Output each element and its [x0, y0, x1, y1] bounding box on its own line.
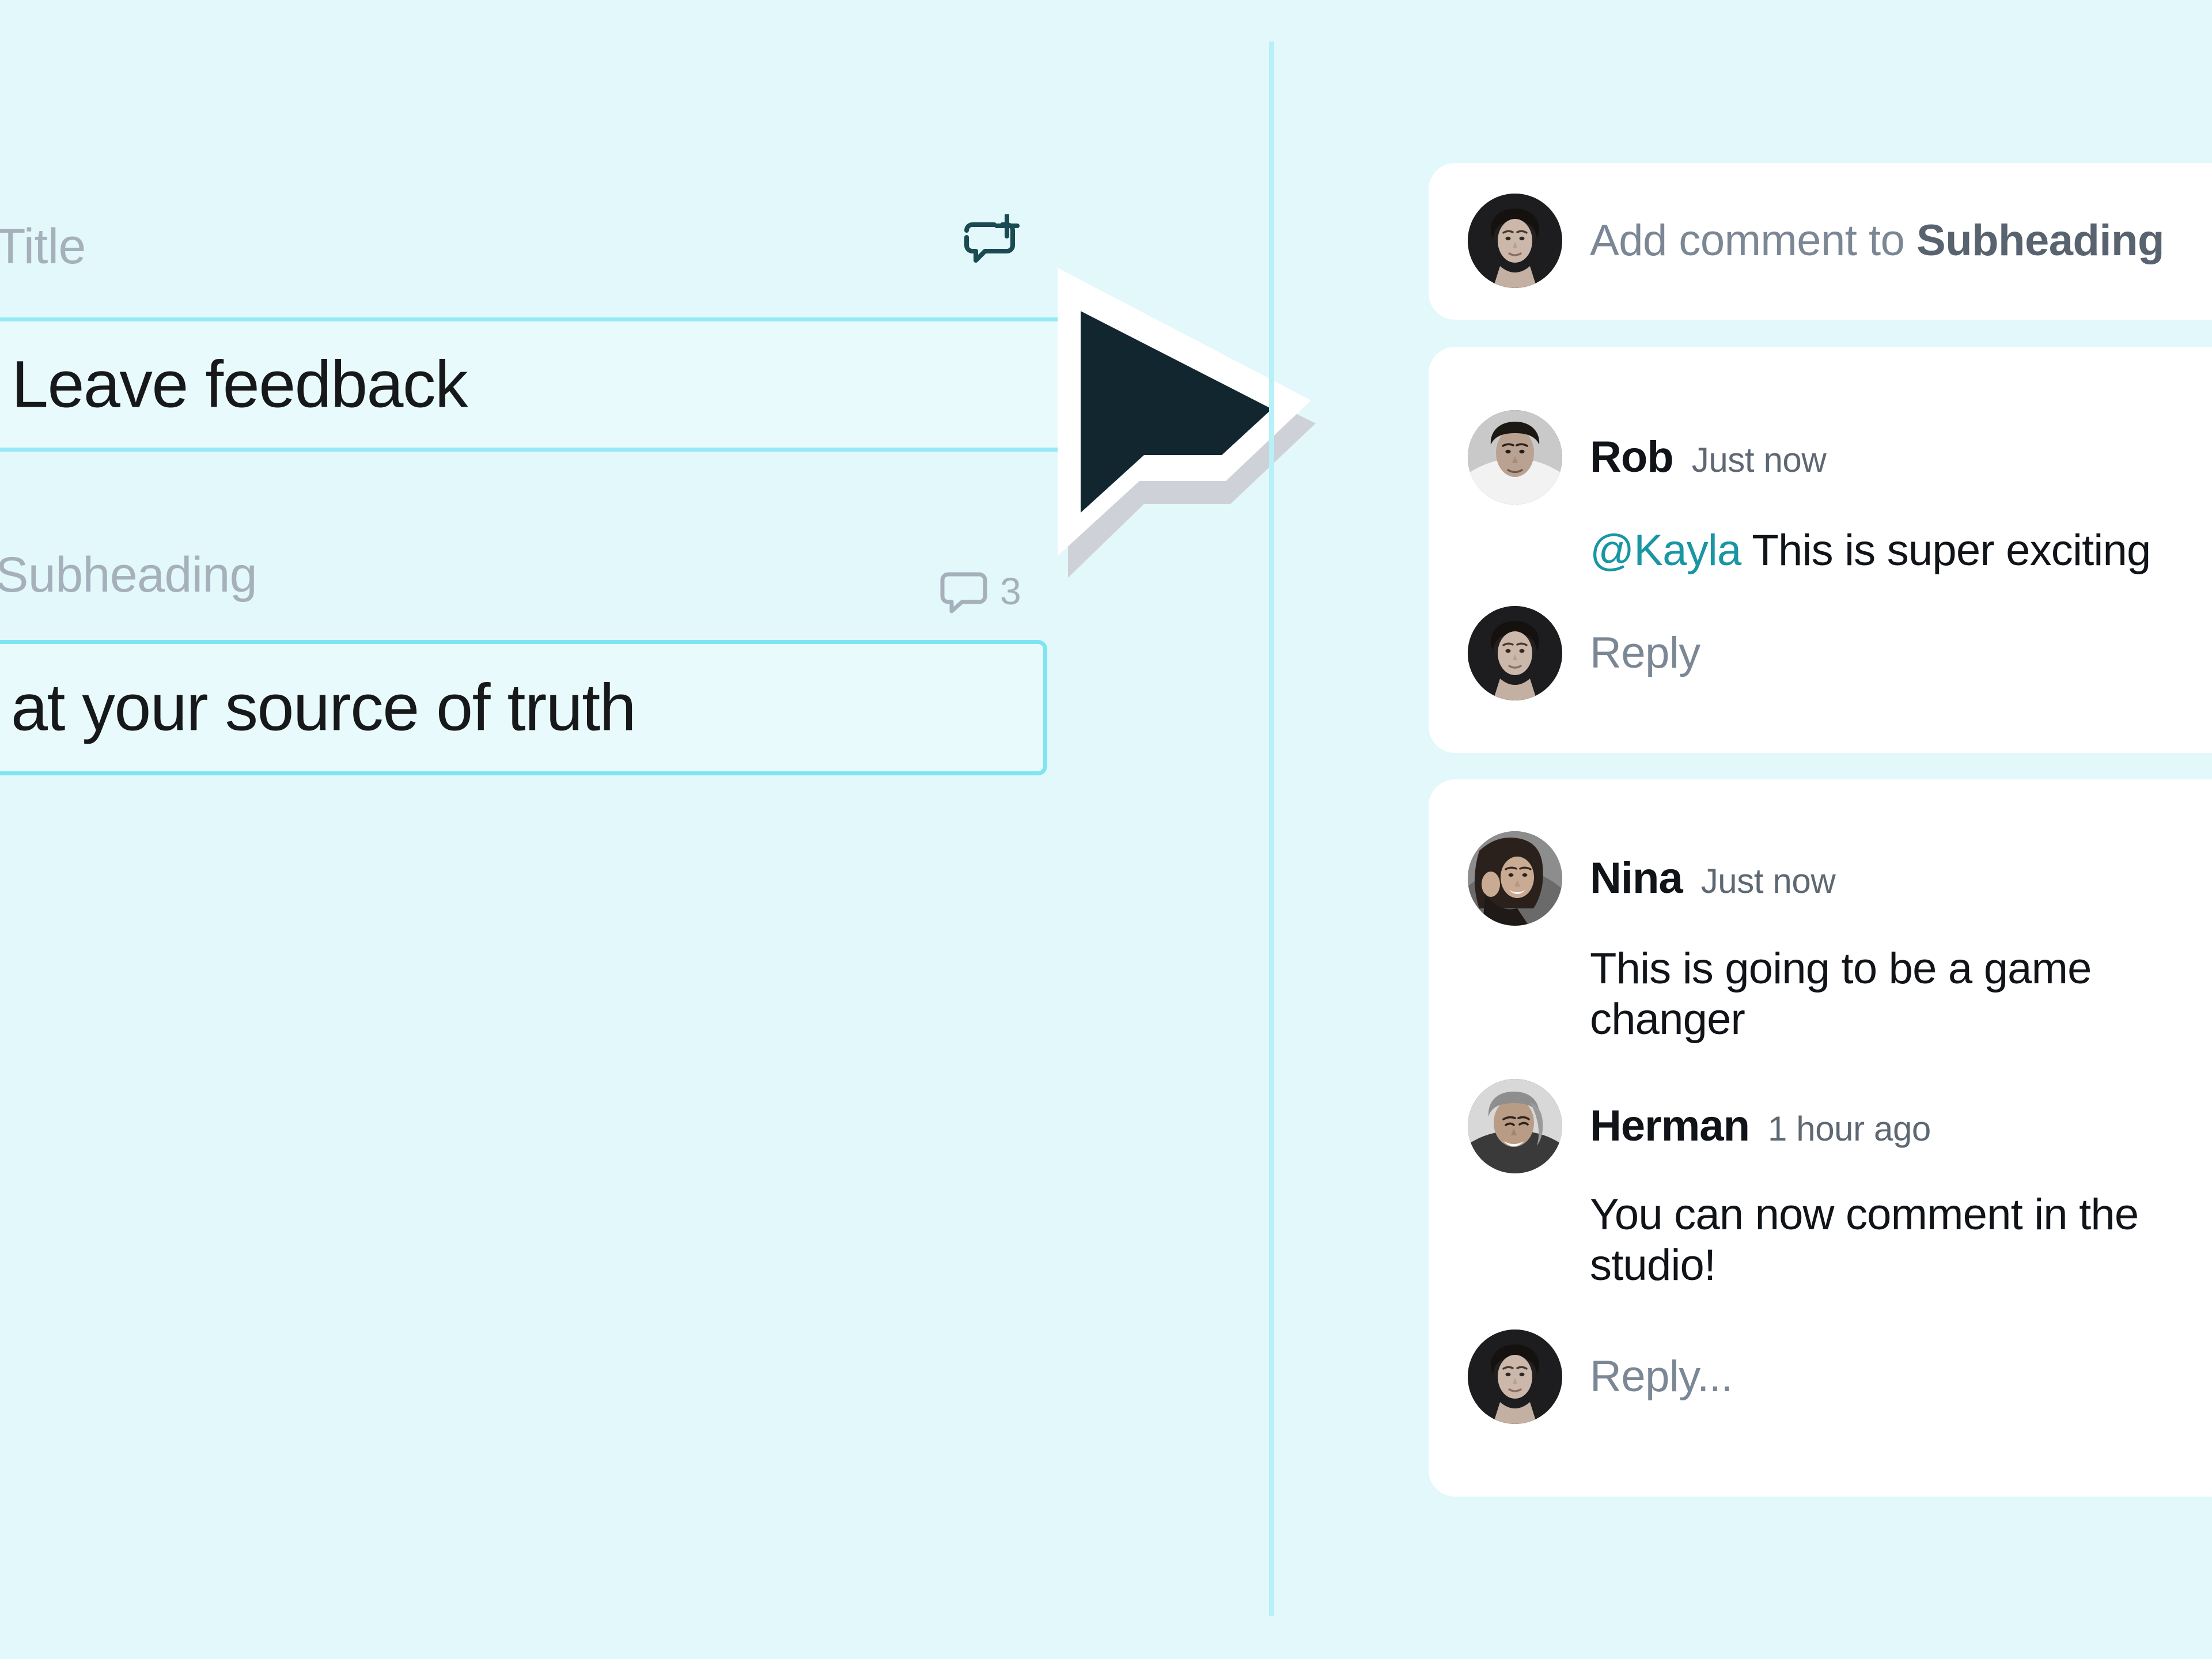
comment-mention[interactable]: @Kayla [1590, 526, 1741, 575]
avatar-kayla [1468, 1330, 1562, 1424]
reply-placeholder: Reply [1590, 628, 1700, 677]
comment-text: This is super exciting [1741, 526, 2151, 575]
avatar-image-kayla [1468, 194, 1562, 288]
panel-divider [1269, 41, 1274, 1616]
add-comment-card[interactable]: Add comment to Subheading [1429, 163, 2212, 320]
comment-count-value: 3 [1000, 570, 1021, 612]
comment-timestamp: Just now [1691, 441, 1827, 479]
comment-thread-card[interactable]: Rob Just now @Kayla This is super exciti… [1429, 347, 2212, 753]
comment-body: You can now comment in the studio! [1590, 1190, 2139, 1290]
avatar-image-nina [1468, 831, 1562, 926]
comment-author: Herman [1590, 1101, 1750, 1150]
title-field-label: Title [0, 219, 86, 274]
subheading-field-label: Subheading [0, 547, 257, 603]
avatar-image-rob [1468, 410, 1562, 505]
avatar-nina [1468, 831, 1562, 926]
comment-plus-icon [964, 214, 1020, 263]
comment-body: @Kayla This is super exciting [1590, 525, 2200, 576]
avatar-image-kayla [1468, 1330, 1562, 1424]
title-input[interactable]: Leave feedback [0, 317, 1123, 452]
avatar-kayla [1468, 194, 1562, 288]
comment-rail: Add comment to Subheading Rob Just now @… [1429, 0, 2212, 1659]
subheading-input-value: at your source of truth [11, 671, 637, 744]
comment-meta: Rob Just now [1590, 433, 1827, 482]
avatar-image-kayla [1468, 606, 1562, 700]
comment-item: Nina Just now [1468, 831, 1836, 926]
comment-thread-card[interactable]: Nina Just now This is going to be a game… [1429, 779, 2212, 1497]
reply-row[interactable]: Reply... [1468, 1330, 1733, 1424]
add-comment-placeholder-target: Subheading [1916, 216, 2164, 265]
add-comment-button[interactable] [961, 214, 1024, 278]
add-comment-row[interactable]: Add comment to Subheading [1468, 194, 2164, 288]
editor-form-panel: Title Leave feedback Subheading 3 at you… [0, 0, 1129, 1659]
add-comment-placeholder-prefix: Add comment to [1590, 216, 1916, 265]
comment-meta: Herman 1 hour ago [1590, 1104, 1931, 1148]
comment-item: Rob Just now [1468, 410, 1827, 505]
comment-meta: Nina Just now [1590, 854, 1836, 903]
app-canvas: Title Leave feedback Subheading 3 at you… [0, 0, 2212, 1659]
comment-author: Rob [1590, 433, 1674, 482]
reply-row[interactable]: Reply [1468, 606, 1700, 700]
add-comment-placeholder: Add comment to Subheading [1590, 219, 2164, 263]
comment-item: Herman 1 hour ago [1468, 1079, 1931, 1173]
title-input-value: Leave feedback [12, 347, 468, 421]
comment-count-indicator[interactable]: 3 [940, 567, 1021, 615]
comment-author: Nina [1590, 854, 1683, 903]
reply-placeholder: Reply... [1590, 1352, 1733, 1401]
subheading-input[interactable]: at your source of truth [0, 640, 1047, 775]
avatar-rob [1468, 410, 1562, 505]
comment-bubble-icon [940, 572, 987, 613]
comment-timestamp: 1 hour ago [1768, 1109, 1931, 1148]
avatar-kayla [1468, 606, 1562, 700]
comment-timestamp: Just now [1700, 862, 1836, 900]
avatar-image-herman [1468, 1079, 1562, 1173]
comment-body: This is going to be a game changer [1590, 944, 2092, 1044]
avatar-herman [1468, 1079, 1562, 1173]
